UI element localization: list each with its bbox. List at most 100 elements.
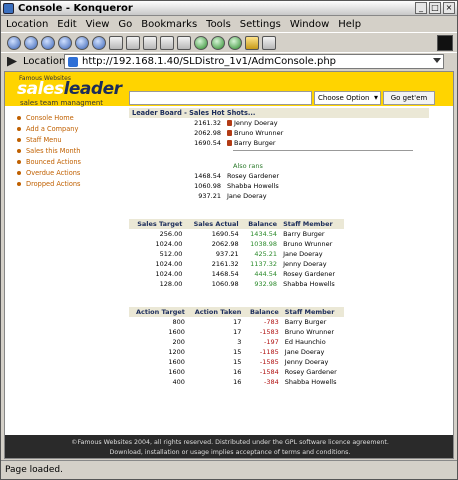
zoom-icon[interactable] <box>211 35 225 50</box>
medal-icon <box>227 140 232 146</box>
value-cell: -384 <box>264 378 279 386</box>
value-cell: 16 <box>233 378 242 386</box>
zoom-in-icon[interactable] <box>7 35 21 50</box>
lock-icon[interactable] <box>245 35 259 50</box>
magnify-icon[interactable] <box>194 35 208 50</box>
search-input[interactable] <box>129 91 312 105</box>
minimize-button[interactable]: _ <box>415 2 427 14</box>
go-button[interactable]: Go get'em <box>383 91 435 105</box>
table-row: 512.00 937.21 425.21 Jane Doeray <box>129 249 344 259</box>
location-label: Location: <box>23 56 69 67</box>
menu-view[interactable]: View <box>86 19 110 30</box>
leaderboard-also: 1468.54 Rosey Gardener 1060.98 Shabba Howel… <box>129 171 429 201</box>
page-icon[interactable] <box>177 35 191 50</box>
paste-icon[interactable] <box>143 35 157 50</box>
value-cell: 425.21 <box>254 250 278 258</box>
print-icon[interactable] <box>160 35 174 50</box>
value-cell: -197 <box>264 338 279 346</box>
value-cell: 15 <box>233 358 242 366</box>
staff-member-cell: Jane Doeray <box>284 348 325 356</box>
staff-member-cell: Shabba Howells <box>284 378 337 386</box>
sidebar-item-bounced-actions[interactable]: Bounced Actions <box>17 156 121 167</box>
download-icon[interactable] <box>262 35 276 50</box>
action-table: Action Target Action Taken Balance Staff Me… <box>129 307 344 387</box>
staff-member-cell: Ed Haunchio <box>284 338 326 346</box>
value-cell: 2062.98 <box>211 240 239 248</box>
copy-icon[interactable] <box>126 35 140 50</box>
value-cell: 1024.00 <box>155 270 183 278</box>
menu-bar: Location Edit View Go Bookmarks Tools Settings… <box>1 16 457 32</box>
zoom-out-icon[interactable] <box>24 35 38 50</box>
medal-icon <box>227 120 232 126</box>
stop-icon[interactable] <box>92 35 106 50</box>
table-row: 1600 17 -1583 Bruno Wrunner <box>129 327 344 337</box>
column-header[interactable]: Action Target <box>129 307 188 317</box>
value-cell: 256.00 <box>159 230 183 238</box>
sidebar-item-overdue-actions[interactable]: Overdue Actions <box>17 167 121 178</box>
menu-location[interactable]: Location <box>6 19 48 30</box>
throbber-icon <box>437 35 453 51</box>
value-cell: 1024.00 <box>155 240 183 248</box>
find-icon[interactable] <box>228 35 242 50</box>
value-cell: 1600 <box>168 328 185 336</box>
sidebar-item-label: Bounced Actions <box>26 157 81 166</box>
site-logo[interactable]: salesleader <box>17 79 122 99</box>
url-input[interactable]: http://192.168.1.40/SLDistro_1v1/AdmCons… <box>64 54 444 69</box>
cut-icon[interactable] <box>109 35 123 50</box>
sidebar-item-staff-menu[interactable]: Staff Menu <box>17 134 121 145</box>
menu-edit[interactable]: Edit <box>57 19 76 30</box>
also-rans-label: Also rans <box>233 162 263 170</box>
maximize-button[interactable]: □ <box>429 2 441 14</box>
menu-go[interactable]: Go <box>118 19 132 30</box>
up-icon[interactable] <box>58 35 72 50</box>
sidebar-item-sales-this-month[interactable]: Sales this Month <box>17 145 121 156</box>
table-row: 1024.00 2161.32 1137.32 Jenny Doeray <box>129 259 344 269</box>
close-button[interactable]: × <box>443 2 455 14</box>
menu-tools[interactable]: Tools <box>206 19 231 30</box>
column-header[interactable]: Action Taken <box>187 307 245 317</box>
sidebar-item-dropped-actions[interactable]: Dropped Actions <box>17 178 121 189</box>
clear-location-icon[interactable] <box>7 56 17 67</box>
table-row: 256.00 1690.54 1434.54 Barry Burger <box>129 229 344 239</box>
column-header[interactable]: Sales Actual <box>185 219 242 229</box>
menu-help[interactable]: Help <box>338 19 361 30</box>
staff-member-cell: Bruno Wrunner <box>283 240 333 248</box>
staff-member-cell: Rosey Gardener <box>283 270 336 278</box>
leaderboard-value: 1690.54 <box>194 139 221 147</box>
bullet-icon <box>17 126 21 131</box>
value-cell: 444.54 <box>254 270 278 278</box>
column-header[interactable]: Staff Member <box>280 219 344 229</box>
menu-window[interactable]: Window <box>290 19 329 30</box>
column-header[interactable]: Sales Target <box>129 219 186 229</box>
value-cell: 1038.98 <box>250 240 278 248</box>
toolbar <box>1 32 457 52</box>
leaderboard-top: 2161.32 Jenny Doeray 2062.98 Bruno Wrunner 1… <box>129 118 429 148</box>
url-history-dropdown-icon[interactable] <box>433 58 441 63</box>
value-cell: 200 <box>172 338 185 346</box>
column-header[interactable]: Staff Member <box>281 307 344 317</box>
value-cell: 3 <box>237 338 242 346</box>
back-icon[interactable] <box>41 35 55 50</box>
value-cell: 400 <box>172 378 185 386</box>
staff-member-cell: Jane Doeray <box>283 250 323 258</box>
site-footer: ©Famous Websites 2004, all rights reserv… <box>5 435 453 458</box>
leaderboard-row: 937.21 Jane Doeray <box>129 191 429 201</box>
value-cell: -1584 <box>259 368 279 376</box>
logo-subtitle: sales team managment <box>20 99 104 107</box>
value-cell: -1585 <box>259 358 279 366</box>
leaderboard-value: 2062.98 <box>194 129 221 137</box>
value-cell: 17 <box>233 318 242 326</box>
sidebar-item-console-home[interactable]: Console Home <box>17 112 121 123</box>
menu-bookmarks[interactable]: Bookmarks <box>141 19 197 30</box>
menu-settings[interactable]: Settings <box>240 19 281 30</box>
option-select[interactable]: Choose Option <box>314 91 381 105</box>
sidebar-item-add-a-company[interactable]: Add a Company <box>17 123 121 134</box>
reload-icon[interactable] <box>75 35 89 50</box>
leaderboard-value: 1060.98 <box>194 182 221 190</box>
medal-icon <box>227 130 232 136</box>
column-header[interactable]: Balance <box>244 307 282 317</box>
sidebar-item-label: Console Home <box>26 113 74 122</box>
staff-member-cell: Rosey Gardener <box>284 368 337 376</box>
title-bar[interactable]: Console - Konqueror _ □ × <box>1 1 457 16</box>
column-header[interactable]: Balance <box>241 219 281 229</box>
